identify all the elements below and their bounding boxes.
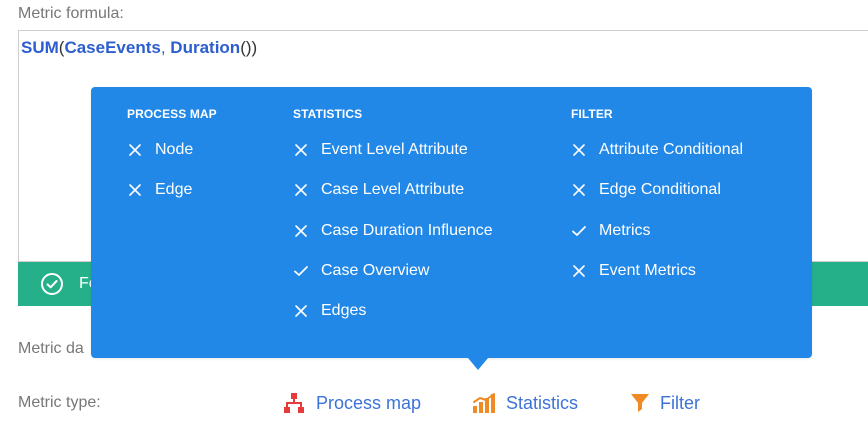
statistics-option-edges-label: Edges [321,302,367,319]
filter-option-metrics[interactable]: Metrics [571,222,651,240]
formula-token-duration: Duration [170,38,241,57]
x-icon [571,142,587,158]
statistics-option-edges[interactable]: Edges [293,302,366,320]
formula-text[interactable]: SUM(CaseEvents, Duration()) [21,38,257,58]
formula-token-caseevents: CaseEvents [64,38,161,57]
filter-option-event-metrics[interactable]: Event Metrics [571,262,696,280]
statistics-option-case-duration-influence[interactable]: Case Duration Influence [293,222,493,240]
statistics-option-event-level-attribute-label: Event Level Attribute [321,141,468,158]
filter-option-attribute-conditional[interactable]: Attribute Conditional [571,141,743,159]
filter-header: FILTER [571,107,613,121]
metric-formula-label: Metric formula: [18,5,124,22]
statistics-header: STATISTICS [293,107,363,121]
metric-type-statistics[interactable]: Statistics [470,386,578,420]
x-icon [127,142,143,158]
process-map-icon [280,389,308,417]
statistics-option-case-level-attribute-label: Case Level Attribute [321,181,465,198]
statistics-icon [470,389,498,417]
process-map-option-node[interactable]: Node [127,141,193,159]
process-map-header: PROCESS MAP [127,107,217,121]
x-icon [293,223,309,239]
filter-option-event-metrics-label: Event Metrics [599,262,696,279]
filter-icon [628,389,652,417]
metric-type-popover: PROCESS MAP Node Edge STATISTICS Event L… [91,87,812,358]
filter-option-attribute-conditional-label: Attribute Conditional [599,141,744,158]
filter-option-edge-conditional-label: Edge Conditional [599,181,721,198]
metric-type-label: Metric type: [18,394,101,411]
x-icon [127,182,143,198]
filter-option-metrics-label: Metrics [599,222,651,239]
statistics-option-case-duration-influence-label: Case Duration Influence [321,222,493,239]
process-map-option-node-label: Node [155,141,194,158]
process-map-option-edge[interactable]: Edge [127,181,192,199]
statistics-option-case-overview[interactable]: Case Overview [293,262,429,280]
statistics-option-event-level-attribute[interactable]: Event Level Attribute [293,141,468,159]
metric-type-filter[interactable]: Filter [628,386,700,420]
x-icon [571,182,587,198]
check-circle-icon [40,272,64,296]
formula-token-close-parens: ()) [240,38,258,57]
statistics-option-case-level-attribute[interactable]: Case Level Attribute [293,181,464,199]
statistics-option-case-overview-label: Case Overview [321,262,430,279]
x-icon [571,263,587,279]
check-icon [293,263,309,279]
metric-data-label: Metric da [18,340,84,357]
metric-type-statistics-label: Statistics [506,392,579,413]
x-icon [293,303,309,319]
formula-token-comma: , [160,38,171,57]
popover-arrow [468,358,488,370]
filter-option-edge-conditional[interactable]: Edge Conditional [571,181,721,199]
formula-token-sum: SUM [21,38,59,57]
x-icon [293,142,309,158]
x-icon [293,182,309,198]
metric-type-process-map[interactable]: Process map [280,386,421,420]
check-icon [571,223,587,239]
metric-type-filter-label: Filter [660,392,700,413]
metric-type-process-map-label: Process map [316,392,422,413]
process-map-option-edge-label: Edge [155,181,193,198]
